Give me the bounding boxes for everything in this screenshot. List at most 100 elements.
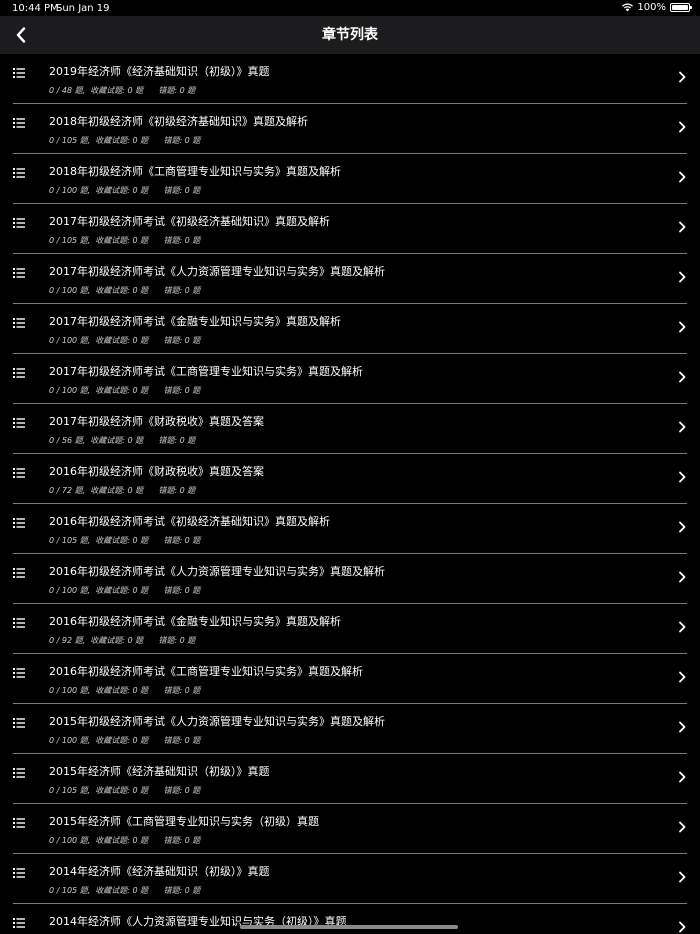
chapter-stats: 0 / 100 题, 收藏试题: 0 题 错题: 0 题: [49, 736, 201, 745]
chevron-right-icon: [679, 471, 686, 483]
chevron-right-icon: [679, 271, 686, 283]
page-title: 章节列表: [322, 27, 378, 43]
chevron-right-icon: [679, 671, 686, 683]
chapter-row[interactable]: 2018年初级经济师《初级经济基础知识》真题及解析 0 / 105 题, 收藏试题…: [13, 104, 687, 154]
chapter-row[interactable]: 2017年初级经济师考试《工商管理专业知识与实务》真题及解析 0 / 100 题,…: [13, 354, 687, 404]
list-icon: [13, 418, 25, 428]
chapter-stats: 0 / 105 题, 收藏试题: 0 题 错题: 0 题: [49, 236, 201, 245]
chapter-title: 2018年初级经济师《工商管理专业知识与实务》真题及解析: [49, 165, 341, 178]
chevron-right-icon: [679, 871, 686, 883]
list-icon: [13, 68, 25, 78]
status-right: 100%: [622, 2, 692, 13]
chapter-row[interactable]: 2016年初级经济师考试《金融专业知识与实务》真题及解析 0 / 92 题, 收藏…: [13, 604, 687, 654]
chapter-stats: 0 / 100 题, 收藏试题: 0 题 错题: 0 题: [49, 186, 201, 195]
list-icon: [13, 468, 25, 478]
list-icon: [13, 218, 25, 228]
list-icon: [13, 318, 25, 328]
chapter-row[interactable]: 2016年初级经济师考试《工商管理专业知识与实务》真题及解析 0 / 100 题,…: [13, 654, 687, 704]
list-icon: [13, 718, 25, 728]
list-icon: [13, 118, 25, 128]
status-time: 10:44 PM: [12, 3, 59, 14]
list-icon: [13, 768, 25, 778]
chapter-title: 2018年初级经济师《初级经济基础知识》真题及解析: [49, 115, 308, 128]
chevron-left-icon: [16, 27, 26, 43]
chevron-right-icon: [679, 421, 686, 433]
chevron-right-icon: [679, 821, 686, 833]
chevron-right-icon: [679, 371, 686, 383]
chevron-right-icon: [679, 71, 686, 83]
chapter-stats: 0 / 100 题, 收藏试题: 0 题 错题: 0 题: [49, 836, 201, 845]
list-icon: [13, 368, 25, 378]
chapter-stats: 0 / 100 题, 收藏试题: 0 题 错题: 0 题: [49, 686, 201, 695]
chapter-row[interactable]: 2017年初级经济师考试《人力资源管理专业知识与实务》真题及解析 0 / 100 …: [13, 254, 687, 304]
chevron-right-icon: [679, 571, 686, 583]
back-button[interactable]: [10, 23, 32, 47]
list-icon: [13, 818, 25, 828]
chapter-stats: 0 / 100 题, 收藏试题: 0 题 错题: 0 题: [49, 286, 201, 295]
chevron-right-icon: [679, 171, 686, 183]
list-icon: [13, 668, 25, 678]
chapter-title: 2017年初级经济师考试《工商管理专业知识与实务》真题及解析: [49, 365, 363, 378]
chevron-right-icon: [679, 521, 686, 533]
chapter-title: 2016年初级经济师考试《工商管理专业知识与实务》真题及解析: [49, 665, 363, 678]
chapter-row[interactable]: 2014年经济师《经济基础知识（初级）》真题 0 / 105 题, 收藏试题: 0…: [13, 854, 687, 904]
chevron-right-icon: [679, 721, 686, 733]
list-icon: [13, 618, 25, 628]
chapter-stats: 0 / 100 题, 收藏试题: 0 题 错题: 0 题: [49, 586, 201, 595]
chapter-title: 2016年初级经济师考试《人力资源管理专业知识与实务》真题及解析: [49, 565, 385, 578]
chapter-list[interactable]: 2019年经济师《经济基础知识（初级）》真题 0 / 48 题, 收藏试题: 0 …: [0, 54, 700, 934]
chapter-row[interactable]: 2015年经济师《经济基础知识（初级）》真题 0 / 105 题, 收藏试题: 0…: [13, 754, 687, 804]
status-date: Sun Jan 19: [56, 3, 110, 14]
chapter-title: 2016年初级经济师《财政税收》真题及答案: [49, 465, 264, 478]
chapter-row[interactable]: 2014年经济师《人力资源管理专业知识与实务（初级）》真题: [13, 904, 687, 934]
chapter-title: 2016年初级经济师考试《初级经济基础知识》真题及解析: [49, 515, 330, 528]
chapter-title: 2015年经济师《工商管理专业知识与实务（初级）真题: [49, 815, 319, 828]
chapter-stats: 0 / 72 题, 收藏试题: 0 题 错题: 0 题: [49, 486, 196, 495]
chevron-right-icon: [679, 621, 686, 633]
chevron-right-icon: [679, 221, 686, 233]
chapter-title: 2017年初级经济师考试《金融专业知识与实务》真题及解析: [49, 315, 341, 328]
chapter-row[interactable]: 2017年初级经济师《财政税收》真题及答案 0 / 56 题, 收藏试题: 0 题…: [13, 404, 687, 454]
battery-icon: [670, 3, 692, 12]
chapter-stats: 0 / 56 题, 收藏试题: 0 题 错题: 0 题: [49, 436, 196, 445]
battery-percent: 100%: [637, 2, 666, 13]
chapter-stats: 0 / 100 题, 收藏试题: 0 题 错题: 0 题: [49, 386, 201, 395]
chapter-row[interactable]: 2016年初级经济师《财政税收》真题及答案 0 / 72 题, 收藏试题: 0 题…: [13, 454, 687, 504]
chapter-row[interactable]: 2018年初级经济师《工商管理专业知识与实务》真题及解析 0 / 100 题, 收…: [13, 154, 687, 204]
wifi-icon: [622, 3, 634, 12]
list-icon: [13, 168, 25, 178]
chapter-row[interactable]: 2015年经济师《工商管理专业知识与实务（初级）真题 0 / 100 题, 收藏试…: [13, 804, 687, 854]
chapter-title: 2017年初级经济师考试《人力资源管理专业知识与实务》真题及解析: [49, 265, 385, 278]
list-icon: [13, 568, 25, 578]
list-icon: [13, 918, 25, 928]
list-icon: [13, 518, 25, 528]
chapter-stats: 0 / 92 题, 收藏试题: 0 题 错题: 0 题: [49, 636, 196, 645]
chapter-stats: 0 / 105 题, 收藏试题: 0 题 错题: 0 题: [49, 536, 201, 545]
chapter-stats: 0 / 105 题, 收藏试题: 0 题 错题: 0 题: [49, 136, 201, 145]
chevron-right-icon: [679, 771, 686, 783]
chapter-stats: 0 / 105 题, 收藏试题: 0 题 错题: 0 题: [49, 786, 201, 795]
status-bar: 10:44 PM Sun Jan 19 100%: [0, 0, 700, 16]
chapter-title: 2016年初级经济师考试《金融专业知识与实务》真题及解析: [49, 615, 341, 628]
chapter-title: 2015年经济师《经济基础知识（初级）》真题: [49, 765, 270, 778]
chapter-row[interactable]: 2017年初级经济师考试《金融专业知识与实务》真题及解析 0 / 100 题, 收…: [13, 304, 687, 354]
list-icon: [13, 868, 25, 878]
chapter-row[interactable]: 2016年初级经济师考试《初级经济基础知识》真题及解析 0 / 105 题, 收藏…: [13, 504, 687, 554]
chevron-right-icon: [679, 121, 686, 133]
chapter-row[interactable]: 2016年初级经济师考试《人力资源管理专业知识与实务》真题及解析 0 / 100 …: [13, 554, 687, 604]
chapter-stats: 0 / 105 题, 收藏试题: 0 题 错题: 0 题: [49, 886, 201, 895]
chapter-stats: 0 / 100 题, 收藏试题: 0 题 错题: 0 题: [49, 336, 201, 345]
chapter-row[interactable]: 2015年初级经济师考试《人力资源管理专业知识与实务》真题及解析 0 / 100 …: [13, 704, 687, 754]
chapter-title: 2017年初级经济师考试《初级经济基础知识》真题及解析: [49, 215, 330, 228]
chevron-right-icon: [679, 921, 686, 933]
home-indicator: [240, 925, 458, 929]
chapter-title: 2015年初级经济师考试《人力资源管理专业知识与实务》真题及解析: [49, 715, 385, 728]
list-icon: [13, 268, 25, 278]
chapter-row[interactable]: 2019年经济师《经济基础知识（初级）》真题 0 / 48 题, 收藏试题: 0 …: [13, 54, 687, 104]
navigation-bar: 章节列表: [0, 16, 700, 54]
chapter-title: 2019年经济师《经济基础知识（初级）》真题: [49, 65, 270, 78]
chapter-row[interactable]: 2017年初级经济师考试《初级经济基础知识》真题及解析 0 / 105 题, 收藏…: [13, 204, 687, 254]
chapter-stats: 0 / 48 题, 收藏试题: 0 题 错题: 0 题: [49, 86, 196, 95]
chapter-title: 2017年初级经济师《财政税收》真题及答案: [49, 415, 264, 428]
chapter-title: 2014年经济师《经济基础知识（初级）》真题: [49, 865, 270, 878]
